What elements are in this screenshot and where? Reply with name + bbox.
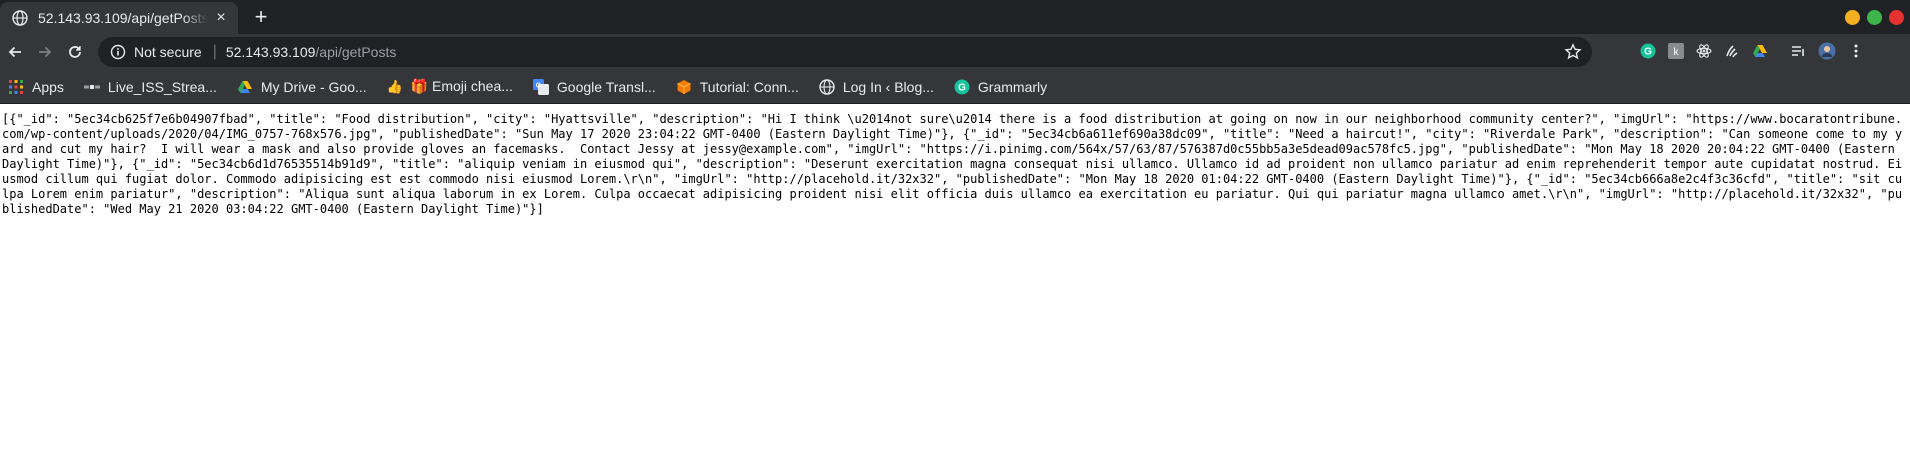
forward-button[interactable] [30,37,60,67]
extensions-area: G k [1640,42,1864,65]
menu-kebab-icon[interactable] [1848,43,1864,64]
maximize-button[interactable] [1867,10,1882,25]
bookmark-google-translate[interactable]: G Google Transl... [532,78,656,95]
globe-icon [12,10,28,26]
url-host: 52.143.93.109 [225,44,316,60]
extension-k-icon[interactable]: k [1668,43,1684,64]
close-tab-icon[interactable]: × [212,9,230,27]
bookmark-label: Tutorial: Conn... [699,78,799,95]
svg-text:G: G [536,82,542,89]
bookmark-label: Log In ‹ Blog... [842,78,934,95]
bookmark-label: Grammarly [977,78,1048,95]
tab-title: 52.143.93.109/api/getPosts [38,10,208,26]
box-icon [676,79,692,95]
bookmark-emoji[interactable]: 👍 🎁 Emoji chea... [387,78,513,95]
satellite-icon [83,79,100,95]
bookmark-label: Apps [32,78,64,95]
thumbs-up-icon: 👍 [386,78,403,94]
bookmark-label: Live_ISS_Strea... [107,78,217,95]
bookmark-live-iss[interactable]: Live_ISS_Strea... [83,78,217,95]
drive-extension-icon[interactable] [1752,43,1768,64]
translate-icon: G [532,78,549,95]
apps-grid-icon [8,79,24,95]
bookmark-apps[interactable]: Apps [8,79,64,95]
react-devtools-icon[interactable] [1696,43,1712,64]
tab-active[interactable]: 52.143.93.109/api/getPosts × [0,2,238,34]
window-controls [1845,10,1904,25]
bookmark-log-in-blog[interactable]: Log In ‹ Blog... [819,79,934,95]
reload-button[interactable] [60,37,90,67]
address-bar[interactable]: Not secure | 52.143.93.109/api/getPosts [98,37,1592,67]
grammarly-extension-icon[interactable]: G [1640,43,1656,64]
back-arrow-icon [8,46,21,58]
reading-list-icon[interactable] [1790,43,1806,64]
bookmark-my-drive[interactable]: My Drive - Goo... [237,79,367,95]
back-button[interactable] [0,37,30,67]
bookmarks-bar: Apps Live_ISS_Strea... My Drive - Goo...… [0,70,1910,104]
close-window-button[interactable] [1889,10,1904,25]
toolbar: Not secure | 52.143.93.109/api/getPosts … [0,34,1910,70]
url-path: /api/getPosts [315,44,397,60]
security-label[interactable]: Not secure [134,44,202,60]
gesture-extension-icon[interactable] [1724,43,1740,64]
grammarly-icon: G [954,79,970,95]
svg-text:G: G [958,82,966,93]
minimize-button[interactable] [1845,10,1860,25]
svg-text:G: G [1644,47,1652,58]
profile-avatar-icon[interactable] [1818,42,1836,65]
tab-strip: 52.143.93.109/api/getPosts × + [0,0,1910,34]
bookmark-tutorial[interactable]: Tutorial: Conn... [676,79,799,95]
wordpress-icon [819,78,835,95]
bookmark-star-icon[interactable] [1564,43,1582,61]
info-icon[interactable] [110,44,126,60]
address-separator: | [212,43,217,60]
bookmark-label: Google Transl... [556,78,656,95]
drive-icon [237,79,253,95]
page-json-text: [{"_id": "5ec34cb625f7e6b04907fbad", "ti… [2,112,1903,216]
new-tab-button[interactable]: + [250,6,272,29]
forward-arrow-icon [39,46,52,58]
bookmark-label: My Drive - Goo... [260,78,367,95]
reload-icon [69,46,81,58]
bookmark-grammarly[interactable]: G Grammarly [954,79,1047,95]
bookmark-label: 🎁 Emoji chea... [410,78,513,94]
